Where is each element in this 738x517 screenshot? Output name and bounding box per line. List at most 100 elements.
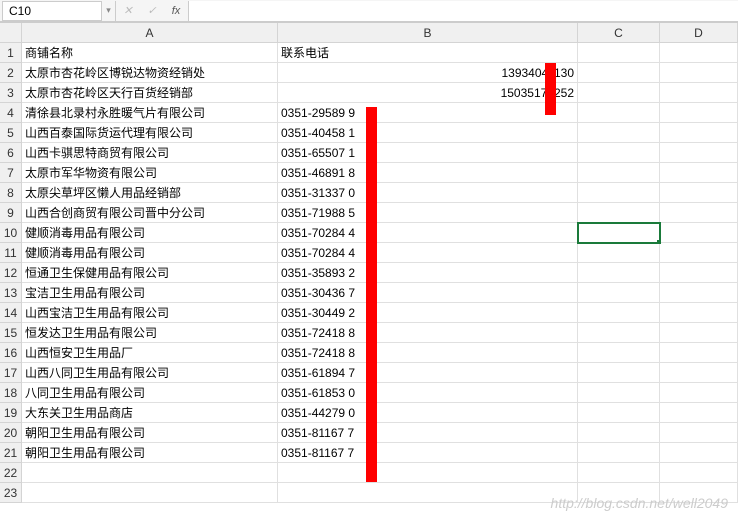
- cell[interactable]: 山西恒安卫生用品厂: [22, 343, 278, 363]
- cell[interactable]: 山西宝洁卫生用品有限公司: [22, 303, 278, 323]
- name-box[interactable]: C10: [2, 1, 102, 21]
- row-header[interactable]: 15: [0, 323, 22, 343]
- cell[interactable]: [660, 323, 738, 343]
- cell[interactable]: 朝阳卫生用品有限公司: [22, 423, 278, 443]
- row-header[interactable]: 2: [0, 63, 22, 83]
- row-header[interactable]: 10: [0, 223, 22, 243]
- cell[interactable]: 0351-81167 7: [278, 423, 578, 443]
- cell[interactable]: 山西八同卫生用品有限公司: [22, 363, 278, 383]
- cell[interactable]: 0351-70284 4: [278, 243, 578, 263]
- row-header[interactable]: 5: [0, 123, 22, 143]
- cell[interactable]: 0351-72418 8: [278, 343, 578, 363]
- cell[interactable]: 恒通卫生保健用品有限公司: [22, 263, 278, 283]
- row-header[interactable]: 21: [0, 443, 22, 463]
- cell[interactable]: 清徐县北录村永胜暖气片有限公司: [22, 103, 278, 123]
- cell[interactable]: 健顺消毒用品有限公司: [22, 243, 278, 263]
- cell[interactable]: 0351-31337 0: [278, 183, 578, 203]
- cell[interactable]: 太原尖草坪区懒人用品经销部: [22, 183, 278, 203]
- cell[interactable]: [578, 63, 660, 83]
- cell[interactable]: [578, 423, 660, 443]
- cell[interactable]: [578, 203, 660, 223]
- cell[interactable]: [578, 43, 660, 63]
- cell[interactable]: [660, 263, 738, 283]
- cell[interactable]: 山西百泰国际货运代理有限公司: [22, 123, 278, 143]
- column-header-b[interactable]: B: [278, 23, 578, 43]
- cell[interactable]: [660, 123, 738, 143]
- cell[interactable]: 0351-40458 1: [278, 123, 578, 143]
- cell[interactable]: [660, 303, 738, 323]
- row-header[interactable]: 20: [0, 423, 22, 443]
- cell[interactable]: [660, 423, 738, 443]
- cell[interactable]: [660, 243, 738, 263]
- cell[interactable]: 0351-65507 1: [278, 143, 578, 163]
- cell[interactable]: [660, 103, 738, 123]
- cell[interactable]: [578, 143, 660, 163]
- row-header[interactable]: 14: [0, 303, 22, 323]
- cell[interactable]: 0351-61894 7: [278, 363, 578, 383]
- fx-icon[interactable]: fx: [164, 1, 188, 21]
- row-header[interactable]: 6: [0, 143, 22, 163]
- cell[interactable]: 0351-35893 2: [278, 263, 578, 283]
- cell[interactable]: [660, 63, 738, 83]
- cell[interactable]: [578, 463, 660, 483]
- cell[interactable]: [660, 163, 738, 183]
- cell[interactable]: 宝洁卫生用品有限公司: [22, 283, 278, 303]
- cell[interactable]: [660, 383, 738, 403]
- cell[interactable]: [578, 303, 660, 323]
- cell[interactable]: 15035171252: [278, 83, 578, 103]
- cell[interactable]: 0351-44279 0: [278, 403, 578, 423]
- cell[interactable]: 太原市杏花岭区天行百货经销部: [22, 83, 278, 103]
- column-header-c[interactable]: C: [578, 23, 660, 43]
- row-header[interactable]: 23: [0, 483, 22, 503]
- row-header[interactable]: 17: [0, 363, 22, 383]
- cell[interactable]: 0351-30449 2: [278, 303, 578, 323]
- cell[interactable]: [578, 183, 660, 203]
- cell[interactable]: [278, 463, 578, 483]
- cell[interactable]: [578, 83, 660, 103]
- row-header[interactable]: 12: [0, 263, 22, 283]
- cell[interactable]: 0351-29589 9: [278, 103, 578, 123]
- cell[interactable]: [660, 443, 738, 463]
- cell[interactable]: [578, 443, 660, 463]
- cell[interactable]: [660, 43, 738, 63]
- cell[interactable]: 八同卫生用品有限公司: [22, 383, 278, 403]
- cell[interactable]: [578, 123, 660, 143]
- cell[interactable]: [660, 283, 738, 303]
- cell[interactable]: 山西合创商贸有限公司晋中分公司: [22, 203, 278, 223]
- row-header[interactable]: 16: [0, 343, 22, 363]
- row-header[interactable]: 18: [0, 383, 22, 403]
- cell[interactable]: 商铺名称: [22, 43, 278, 63]
- cell[interactable]: [578, 343, 660, 363]
- cell[interactable]: 恒发达卫生用品有限公司: [22, 323, 278, 343]
- cell[interactable]: 朝阳卫生用品有限公司: [22, 443, 278, 463]
- select-all-corner[interactable]: [0, 23, 22, 43]
- name-box-dropdown[interactable]: ▾: [102, 1, 116, 21]
- cell[interactable]: [578, 243, 660, 263]
- row-header[interactable]: 13: [0, 283, 22, 303]
- cell[interactable]: 0351-81167 7: [278, 443, 578, 463]
- cell[interactable]: [22, 483, 278, 503]
- cell[interactable]: [660, 363, 738, 383]
- active-cell[interactable]: [578, 223, 660, 243]
- cell[interactable]: [578, 323, 660, 343]
- row-header[interactable]: 11: [0, 243, 22, 263]
- row-header[interactable]: 3: [0, 83, 22, 103]
- confirm-icon[interactable]: ✓: [140, 1, 164, 21]
- cell[interactable]: [578, 383, 660, 403]
- cell[interactable]: 0351-72418 8: [278, 323, 578, 343]
- column-header-d[interactable]: D: [660, 23, 738, 43]
- cell[interactable]: [278, 483, 578, 503]
- row-header[interactable]: 1: [0, 43, 22, 63]
- cell[interactable]: [660, 403, 738, 423]
- row-header[interactable]: 19: [0, 403, 22, 423]
- cell[interactable]: [660, 183, 738, 203]
- cell[interactable]: [660, 143, 738, 163]
- cell[interactable]: [22, 463, 278, 483]
- cell[interactable]: [660, 83, 738, 103]
- cell[interactable]: 太原市军华物资有限公司: [22, 163, 278, 183]
- cell[interactable]: [578, 163, 660, 183]
- cell[interactable]: 山西卡骐思特商贸有限公司: [22, 143, 278, 163]
- cell[interactable]: [578, 363, 660, 383]
- cell[interactable]: 健顺消毒用品有限公司: [22, 223, 278, 243]
- cell[interactable]: [660, 223, 738, 243]
